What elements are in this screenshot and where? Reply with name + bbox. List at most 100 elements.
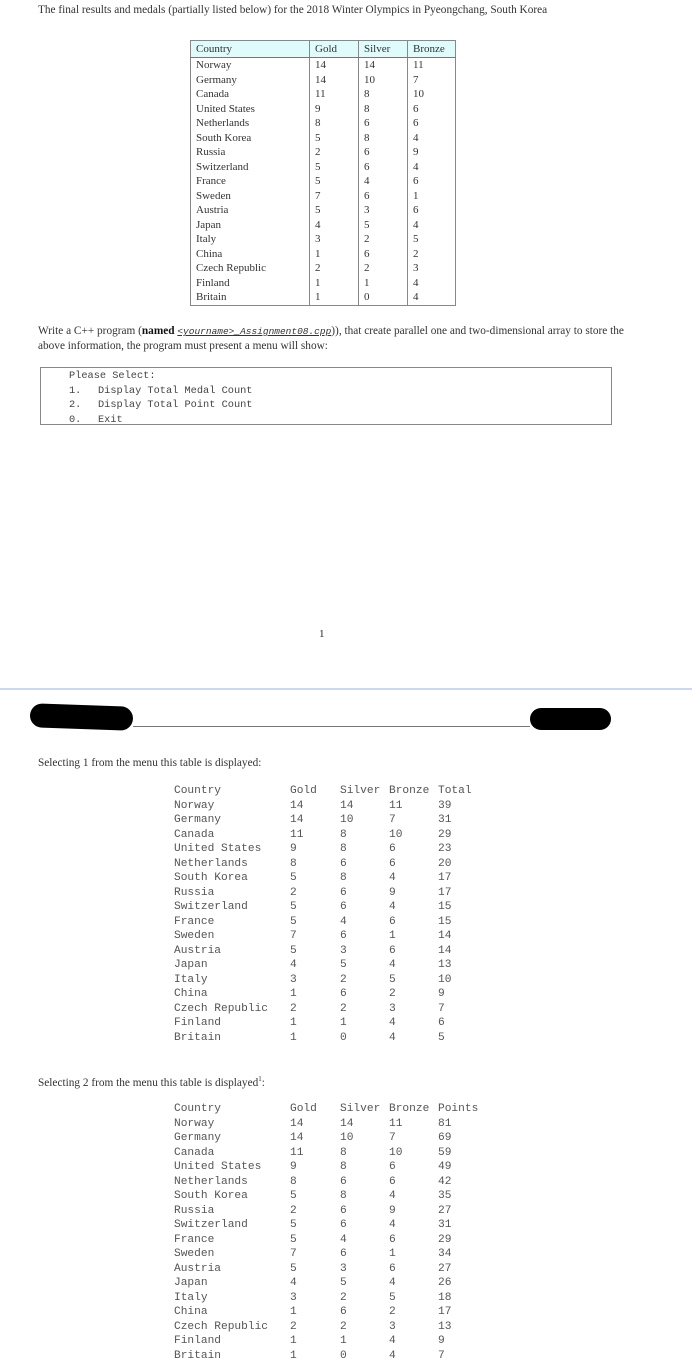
medal-table: Country Gold Silver Bronze Norway 14 14 11 Germ… [190,40,456,306]
table-cell: 5 [407,232,456,247]
page-number: 1 [319,628,325,640]
output-row: Russia 2 6 9 17 [174,886,472,901]
output-cell: 4 [389,1277,396,1289]
menu-option-number: 2. [69,399,82,411]
output-cell: 4 [340,1233,347,1246]
output-cell: 2 [340,1320,347,1333]
output-cell: 6 [340,857,347,870]
table-row: Japan 4 5 4 [190,217,456,232]
output-cell: Russia [174,1204,215,1217]
output2-caption: Selecting 2 from the menu this table is … [38,1075,265,1089]
table-cell: 4 [407,130,456,145]
output-cell: 59 [438,1146,452,1159]
output-cell: France [174,1233,215,1246]
output-cell: 3 [389,1320,396,1333]
output-cell: 5 [389,973,396,986]
output-row: Britain 1 0 4 5 [174,1031,472,1046]
table-cell: 14 [309,72,359,87]
output-cell: Netherlands [174,857,248,870]
menu-option-number: 1. [69,384,82,397]
output-row: Canada 11 8 10 59 [174,1146,478,1161]
table-cell: 5 [309,159,359,174]
output-cell: 15 [438,915,452,928]
output-cell: 10 [389,828,403,841]
table-cell: 8 [358,101,408,116]
output-row: United States 9 8 6 23 [174,842,472,857]
table-cell: Czech Republic [190,261,310,276]
output-cell: Sweden [174,930,215,942]
table-cell: 6 [407,116,456,131]
table-row: China 1 6 2 [190,246,456,261]
output-row: Norway 14 14 11 81 [174,1117,478,1132]
output-cell: 20 [438,857,452,870]
output-cell: 35 [438,1190,452,1202]
output-row: Britain 1 0 4 7 [174,1349,478,1364]
output-row: Italy 3 2 5 18 [174,1291,478,1306]
output-cell: 14 [340,1117,354,1130]
output-cell: Gold [290,785,317,797]
output-cell: Germany [174,814,221,826]
output-cell: 29 [438,828,452,841]
output-cell: Sweden [174,1248,215,1260]
table-cell: 2 [407,246,456,261]
output-cell: Austria [174,944,221,957]
output-cell: 6 [340,930,347,942]
output-cell: 9 [389,1204,396,1217]
menu-title: Please Select: [69,370,156,382]
output-cell: 1 [389,930,396,942]
output-cell: 8 [340,1146,347,1159]
output-cell: Finland [174,1335,221,1347]
output-cell: 4 [389,1349,396,1362]
output-cell: 8 [290,1175,297,1188]
output-cell: 31 [438,1219,452,1231]
output-cell: Switzerland [174,1219,248,1231]
table-cell: 1 [309,246,359,261]
output-cell: Finland [174,1017,221,1029]
table-cell: 6 [407,203,456,218]
table-cell: 6 [358,116,408,131]
output-cell: 7 [389,1132,396,1144]
output-cell: 5 [340,1277,347,1289]
filename: <yourname>_Assignment08.cpp [177,326,332,337]
output-cell: 8 [290,857,297,870]
output-cell: 17 [438,1306,452,1318]
table-cell: 3 [407,261,456,276]
output-cell: 6 [340,1219,347,1231]
output-cell: 3 [340,1262,347,1275]
menu-option: 1. Display Total Medal Count [69,384,611,399]
output-cell: 5 [290,872,297,884]
table-cell: 6 [358,246,408,261]
output-row: Italy 3 2 5 10 [174,973,472,988]
output-cell: 10 [438,973,452,986]
table-cell: 9 [407,145,456,160]
output-cell: 10 [340,814,354,826]
output-cell: South Korea [174,1190,248,1202]
table-cell: 5 [358,217,408,232]
column-header: Country [190,40,310,58]
output-row: Japan 4 5 4 13 [174,958,472,973]
output-row: Czech Republic 2 2 3 7 [174,1002,472,1017]
output-cell: 6 [340,1175,347,1188]
table-cell: Sweden [190,188,310,203]
output-cell: 1 [290,1349,297,1362]
output-cell: 9 [438,1335,445,1347]
output-row: Netherlands 8 6 6 42 [174,1175,478,1190]
output-cell: Country [174,785,221,797]
table-cell: South Korea [190,130,310,145]
output-cell: 6 [340,1306,347,1318]
output-cell: 11 [290,1146,304,1159]
output-cell: 42 [438,1175,452,1188]
output-cell: France [174,915,215,928]
output-cell: Italy [174,973,208,986]
output-header-row: Country Gold Silver Bronze Total [174,784,472,799]
output-cell: 4 [389,1017,396,1029]
output-row: France 5 4 6 29 [174,1233,478,1248]
output-cell: United States [174,1161,262,1173]
table-cell: 3 [358,203,408,218]
output-cell: 29 [438,1233,452,1246]
intro-paragraph: The final results and medals (partially … [38,4,548,16]
output-cell: 7 [290,1248,297,1260]
table-row: Czech Republic 2 2 3 [190,261,456,276]
output-row: Austria 5 3 6 14 [174,944,472,959]
output-cell: 8 [340,872,347,884]
